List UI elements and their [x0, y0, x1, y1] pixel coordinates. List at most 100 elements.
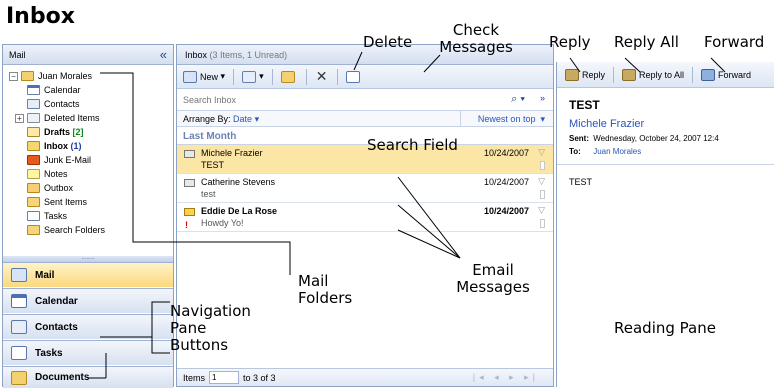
- envelope-read-icon: [184, 179, 195, 187]
- notes-icon: [27, 169, 40, 179]
- outbox-icon: [27, 183, 40, 193]
- reply-button[interactable]: Reply: [565, 68, 606, 81]
- toolbar-divider: [233, 68, 235, 85]
- expand-search-icon[interactable]: »: [540, 93, 545, 103]
- folder-calendar-label: Calendar: [44, 85, 81, 95]
- pager-controls[interactable]: |◂ ◂ ▸ ▸|: [473, 372, 539, 383]
- arrange-label: Arrange By:: [183, 114, 231, 124]
- search-input[interactable]: [183, 94, 463, 105]
- callout-email-messages: Email Messages: [445, 262, 541, 296]
- folder-deleted[interactable]: + Deleted Items: [9, 111, 173, 125]
- nav-button-mail[interactable]: Mail: [3, 262, 173, 287]
- folder-notes-label: Notes: [44, 169, 68, 179]
- folder-calendar[interactable]: Calendar: [9, 83, 173, 97]
- flag-icon[interactable]: ▽: [538, 176, 545, 187]
- reading-to: To: Juan Morales: [557, 143, 774, 156]
- folder-contacts[interactable]: Contacts: [9, 97, 173, 111]
- reply-button-label: Reply: [582, 69, 606, 80]
- inbox-icon: [27, 141, 40, 151]
- forward-button[interactable]: Forward: [701, 68, 751, 81]
- category-icon[interactable]: [540, 190, 545, 199]
- move-to-folder-button[interactable]: [280, 70, 298, 83]
- navigation-pane: Mail « − Juan Morales Calendar Contacts …: [2, 44, 174, 388]
- reply-all-icon: [622, 68, 637, 81]
- folder-search[interactable]: Search Folders: [9, 223, 173, 237]
- reading-sender[interactable]: Michele Frazier: [557, 112, 774, 130]
- folder-junk[interactable]: Junk E-Mail: [9, 153, 173, 167]
- callout-check-messages-line2: Messages: [439, 38, 513, 56]
- items-label: Items: [183, 372, 206, 383]
- message-subject: Howdy Yo!: [201, 218, 244, 228]
- nav-button-tasks-label: Tasks: [35, 347, 63, 359]
- callout-search-field: Search Field: [367, 136, 458, 154]
- callout-navigation-buttons-line3: Buttons: [170, 336, 229, 354]
- view-icon: [242, 70, 257, 83]
- contacts-icon: [11, 320, 27, 334]
- folder-icon: [280, 70, 295, 83]
- group-header: Last Month: [177, 127, 553, 145]
- callout-reply: Reply: [549, 33, 591, 51]
- sent-label: Sent:: [569, 134, 589, 143]
- list-toolbar: New ▾ ▾ ✕: [177, 65, 553, 89]
- arrange-dropdown[interactable]: Date ▾: [233, 114, 259, 124]
- search-icon[interactable]: ⌕ ▾: [511, 93, 525, 106]
- folder-tree: − Juan Morales Calendar Contacts + Delet…: [3, 65, 173, 237]
- arrange-divider: [460, 111, 461, 126]
- view-button[interactable]: ▾: [242, 70, 264, 83]
- send-receive-icon: [345, 70, 360, 83]
- callout-delete: Delete: [363, 33, 413, 51]
- to-value[interactable]: Juan Morales: [593, 147, 641, 156]
- toolbar-divider: [305, 68, 307, 85]
- tasks-icon: [11, 346, 27, 360]
- item-position-input[interactable]: [209, 371, 240, 384]
- chevron-down-icon[interactable]: ▾: [221, 71, 226, 82]
- callout-reply-all: Reply All: [614, 33, 679, 51]
- new-button[interactable]: New ▾: [183, 70, 226, 83]
- toolbar-divider: [613, 66, 615, 83]
- folder-sent[interactable]: Sent Items: [9, 195, 173, 209]
- contacts-icon: [27, 99, 40, 109]
- nav-button-tasks[interactable]: Tasks: [3, 340, 173, 365]
- sent-value: Wednesday, October 24, 2007 12:4: [593, 134, 719, 143]
- callout-mail-folders: Mail Folders: [298, 273, 352, 307]
- send-receive-button[interactable]: [345, 70, 363, 83]
- category-icon[interactable]: [540, 219, 545, 228]
- message-row[interactable]: Michele Frazier TEST 10/24/2007 ▽: [177, 145, 553, 174]
- to-label: To:: [569, 147, 581, 156]
- new-button-label: New: [200, 71, 219, 82]
- folder-deleted-label: Deleted Items: [44, 113, 100, 123]
- folder-outbox[interactable]: Outbox: [9, 181, 173, 195]
- reading-sent: Sent: Wednesday, October 24, 2007 12:4: [557, 130, 774, 143]
- items-range: to 3 of 3: [243, 372, 276, 383]
- toolbar-divider: [336, 68, 338, 85]
- callout-email-messages-line1: Email: [472, 261, 514, 279]
- search-box: ⌕ ▾ »: [177, 89, 553, 111]
- callout-navigation-buttons-line1: Navigation: [170, 302, 251, 320]
- callout-mail-folders-line1: Mail: [298, 272, 329, 290]
- calendar-icon: [27, 85, 40, 95]
- reply-all-button[interactable]: Reply to All: [622, 68, 684, 81]
- collapse-toggle-icon[interactable]: −: [9, 71, 18, 81]
- folder-tasks[interactable]: Tasks: [9, 209, 173, 223]
- folder-notes[interactable]: Notes: [9, 167, 173, 181]
- folder-inbox[interactable]: Inbox (1): [9, 139, 173, 153]
- nav-button-calendar[interactable]: Calendar: [3, 288, 173, 313]
- nav-header: Mail «: [3, 45, 173, 65]
- flag-icon[interactable]: ▽: [538, 205, 545, 216]
- nav-button-documents[interactable]: Documents: [3, 366, 173, 388]
- delete-button[interactable]: ✕: [315, 68, 329, 85]
- chevron-down-icon[interactable]: ▾: [259, 71, 264, 82]
- message-row[interactable]: Catherine Stevens test 10/24/2007 ▽: [177, 174, 553, 203]
- category-icon[interactable]: [540, 161, 545, 170]
- folder-root[interactable]: − Juan Morales: [9, 69, 173, 83]
- nav-button-contacts[interactable]: Contacts: [3, 314, 173, 339]
- sort-order-button[interactable]: Newest on top ▾: [478, 114, 545, 125]
- message-body: TEST: [569, 177, 593, 187]
- collapse-nav-icon[interactable]: «: [160, 47, 167, 62]
- expand-toggle-icon[interactable]: +: [15, 113, 24, 123]
- new-mail-icon: [183, 70, 197, 83]
- folder-drafts[interactable]: Drafts [2]: [9, 125, 173, 139]
- message-row[interactable]: ! Eddie De La Rose Howdy Yo! 10/24/2007 …: [177, 203, 553, 232]
- flag-icon[interactable]: ▽: [538, 147, 545, 158]
- callout-forward: Forward: [704, 33, 765, 51]
